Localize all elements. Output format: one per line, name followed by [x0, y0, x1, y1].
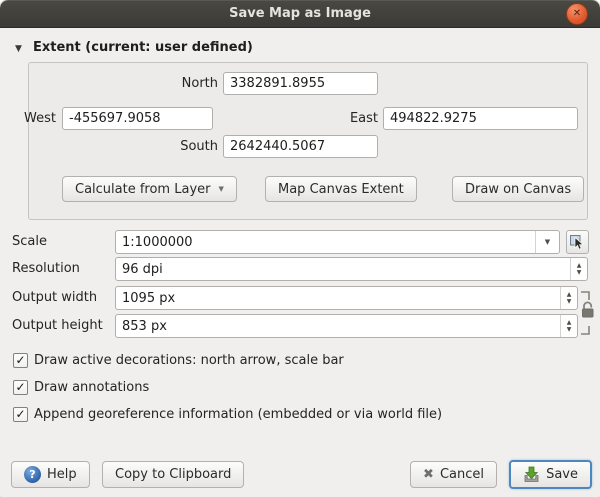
question-mark-glyph: ?: [29, 468, 35, 481]
save-icon: [523, 466, 540, 483]
help-button[interactable]: ? Help: [11, 461, 90, 488]
help-label: Help: [47, 467, 77, 482]
output-width-label: Output width: [12, 289, 112, 307]
output-width-spinbox[interactable]: ▲ ▼: [115, 286, 578, 310]
set-scale-from-canvas-button[interactable]: [566, 230, 589, 254]
south-input[interactable]: [223, 135, 378, 158]
titlebar[interactable]: Save Map as Image ✕: [0, 0, 600, 28]
append-georeference-label[interactable]: Append georeference information (embedde…: [34, 407, 442, 423]
spin-up-icon: ▲: [567, 291, 572, 298]
dropdown-arrow-icon: ▼: [218, 185, 223, 193]
output-width-input[interactable]: [116, 287, 560, 309]
draw-on-canvas-button[interactable]: Draw on Canvas: [452, 176, 584, 202]
north-input[interactable]: [223, 72, 378, 95]
spin-down-icon: ▼: [577, 269, 582, 276]
cancel-button[interactable]: ✖ Cancel: [410, 461, 497, 488]
spin-down-icon: ▼: [567, 326, 572, 333]
calculate-from-layer-label: Calculate from Layer: [75, 182, 210, 197]
cancel-x-icon: ✖: [423, 467, 434, 482]
check-icon: ✓: [15, 354, 25, 366]
open-padlock-icon: [584, 302, 591, 309]
south-label: South: [120, 138, 218, 156]
spin-up-icon: ▲: [567, 319, 572, 326]
resolution-input[interactable]: [116, 258, 570, 280]
map-canvas-extent-button[interactable]: Map Canvas Extent: [265, 176, 417, 202]
chevron-down-icon: ▼: [545, 238, 550, 246]
west-input[interactable]: [62, 107, 213, 130]
cursor-on-map-icon: [569, 234, 586, 251]
spin-up-icon: ▲: [577, 262, 582, 269]
draw-decorations-checkbox[interactable]: ✓: [13, 353, 28, 368]
output-height-label: Output height: [12, 317, 112, 335]
save-label: Save: [546, 467, 578, 482]
save-button[interactable]: Save: [509, 460, 592, 489]
help-icon: ?: [24, 466, 41, 483]
copy-to-clipboard-label: Copy to Clipboard: [115, 467, 231, 482]
output-height-spin-buttons[interactable]: ▲ ▼: [560, 315, 577, 337]
collapse-arrow-icon[interactable]: ▼: [15, 42, 22, 56]
west-label: West: [0, 110, 56, 128]
close-icon: ✕: [573, 9, 581, 19]
scale-input[interactable]: [116, 231, 535, 253]
scale-combobox[interactable]: ▼: [115, 230, 560, 254]
copy-to-clipboard-button[interactable]: Copy to Clipboard: [102, 461, 244, 488]
map-canvas-extent-label: Map Canvas Extent: [278, 182, 404, 197]
resolution-spinbox[interactable]: ▲ ▼: [115, 257, 588, 281]
scale-label: Scale: [12, 233, 102, 251]
save-map-as-image-dialog: Save Map as Image ✕ ▼ Extent (current: u…: [0, 0, 600, 497]
output-height-input[interactable]: [116, 315, 560, 337]
draw-annotations-checkbox[interactable]: ✓: [13, 380, 28, 395]
calculate-from-layer-button[interactable]: Calculate from Layer ▼: [62, 176, 237, 202]
spin-down-icon: ▼: [567, 298, 572, 305]
east-label: East: [290, 110, 378, 128]
output-width-spin-buttons[interactable]: ▲ ▼: [560, 287, 577, 309]
resolution-spin-buttons[interactable]: ▲ ▼: [570, 258, 587, 280]
lock-aspect-ratio-toggle[interactable]: [579, 287, 597, 339]
scale-dropdown-button[interactable]: ▼: [535, 231, 559, 253]
append-georeference-checkbox[interactable]: ✓: [13, 407, 28, 422]
window-title: Save Map as Image: [229, 6, 371, 21]
check-icon: ✓: [15, 408, 25, 420]
check-icon: ✓: [15, 381, 25, 393]
north-label: North: [120, 75, 218, 93]
draw-on-canvas-label: Draw on Canvas: [465, 182, 571, 197]
cancel-label: Cancel: [440, 467, 484, 482]
output-height-spinbox[interactable]: ▲ ▼: [115, 314, 578, 338]
extent-section-title: Extent (current: user defined): [33, 40, 253, 55]
resolution-label: Resolution: [12, 260, 107, 278]
close-button[interactable]: ✕: [566, 3, 588, 25]
east-input[interactable]: [383, 107, 578, 130]
draw-decorations-label[interactable]: Draw active decorations: north arrow, sc…: [34, 353, 344, 369]
draw-annotations-label[interactable]: Draw annotations: [34, 380, 149, 396]
